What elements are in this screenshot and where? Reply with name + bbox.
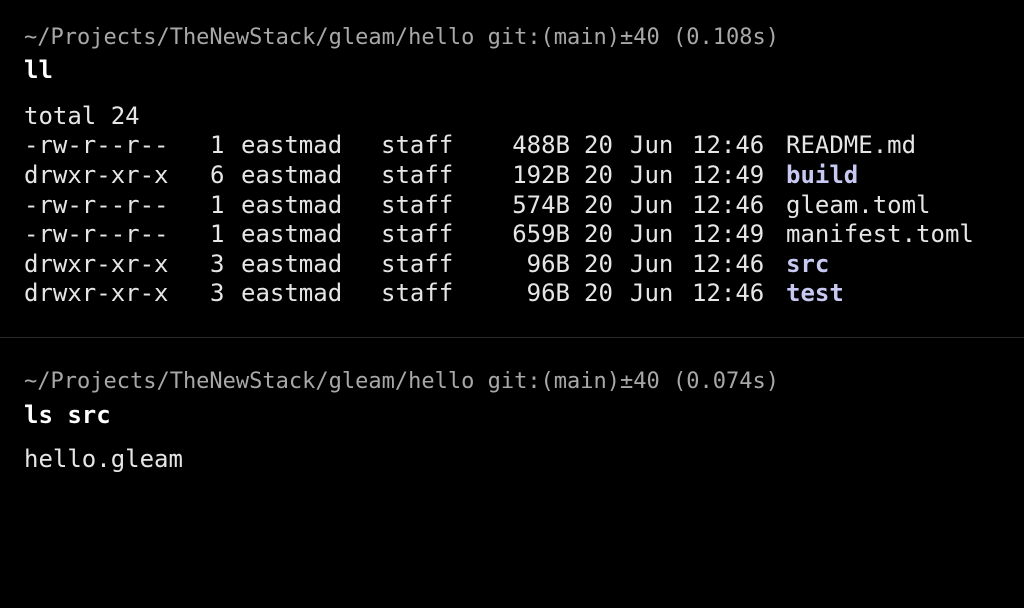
group: staff [381,220,454,248]
date-day: 20 [584,131,613,159]
time: 12:46 [692,191,765,219]
time: 12:49 [692,161,765,189]
table-row: -rw-r--r-- 1 eastmad staff 659B 20 Jun 1… [24,219,974,249]
link-count: 1 [210,131,225,159]
date-day: 20 [584,279,613,307]
time: 12:46 [692,279,765,307]
group: staff [381,191,454,219]
link-count: 3 [210,279,225,307]
date-month: Jun [630,131,674,159]
owner: eastmad [241,131,343,159]
date-month: Jun [630,279,674,307]
prompt-line: ~/Projects/TheNewStack/gleam/hello git:(… [24,369,779,394]
link-count: 1 [210,220,225,248]
time: 12:49 [692,220,765,248]
directory-name: src [786,250,830,278]
owner: eastmad [241,220,343,248]
date-month: Jun [630,161,674,189]
terminal-block-ll: ~/Projects/TheNewStack/gleam/hello git:(… [0,0,1024,338]
link-count: 3 [210,250,225,278]
block-divider [0,337,1024,338]
permissions: drwxr-xr-x [24,250,169,278]
time: 12:46 [692,131,765,159]
output-line: hello.gleam [24,445,183,473]
date-day: 20 [584,161,613,189]
file-size: 659B [512,220,570,248]
file-size: 96B [526,279,570,307]
directory-name: test [786,279,844,307]
date-month: Jun [630,250,674,278]
date-day: 20 [584,220,613,248]
file-name: README.md [786,131,917,159]
terminal-block-ls-src: ~/Projects/TheNewStack/gleam/hello git:(… [0,339,1024,485]
date-month: Jun [630,220,674,248]
file-size: 192B [512,161,570,189]
total-line: total 24 [24,102,140,130]
owner: eastmad [241,161,343,189]
permissions: -rw-r--r-- [24,220,169,248]
file-name: manifest.toml [786,220,974,248]
table-row: drwxr-xr-x 3 eastmad staff 96B 20 Jun 12… [24,278,844,308]
file-size: 574B [512,191,570,219]
permissions: drwxr-xr-x [24,279,169,307]
group: staff [381,279,454,307]
owner: eastmad [241,191,343,219]
link-count: 1 [210,191,225,219]
link-count: 6 [210,161,225,189]
owner: eastmad [241,279,343,307]
group: staff [381,161,454,189]
file-size: 488B [512,131,570,159]
command-line: ls src [24,401,111,429]
date-day: 20 [584,250,613,278]
table-row: drwxr-xr-x 3 eastmad staff 96B 20 Jun 12… [24,249,829,279]
permissions: -rw-r--r-- [24,131,169,159]
permissions: -rw-r--r-- [24,191,169,219]
permissions: drwxr-xr-x [24,161,169,189]
table-row: drwxr-xr-x 6 eastmad staff 192B 20 Jun 1… [24,160,858,190]
group: staff [381,131,454,159]
owner: eastmad [241,250,343,278]
file-name: gleam.toml [786,191,931,219]
time: 12:46 [692,250,765,278]
table-row: -rw-r--r-- 1 eastmad staff 574B 20 Jun 1… [24,190,931,220]
directory-name: build [786,161,859,189]
table-row: -rw-r--r-- 1 eastmad staff 488B 20 Jun 1… [24,130,916,160]
date-day: 20 [584,191,613,219]
group: staff [381,250,454,278]
date-month: Jun [630,191,674,219]
file-size: 96B [526,250,570,278]
command-line: ll [24,56,53,84]
prompt-line: ~/Projects/TheNewStack/gleam/hello git:(… [24,25,779,50]
